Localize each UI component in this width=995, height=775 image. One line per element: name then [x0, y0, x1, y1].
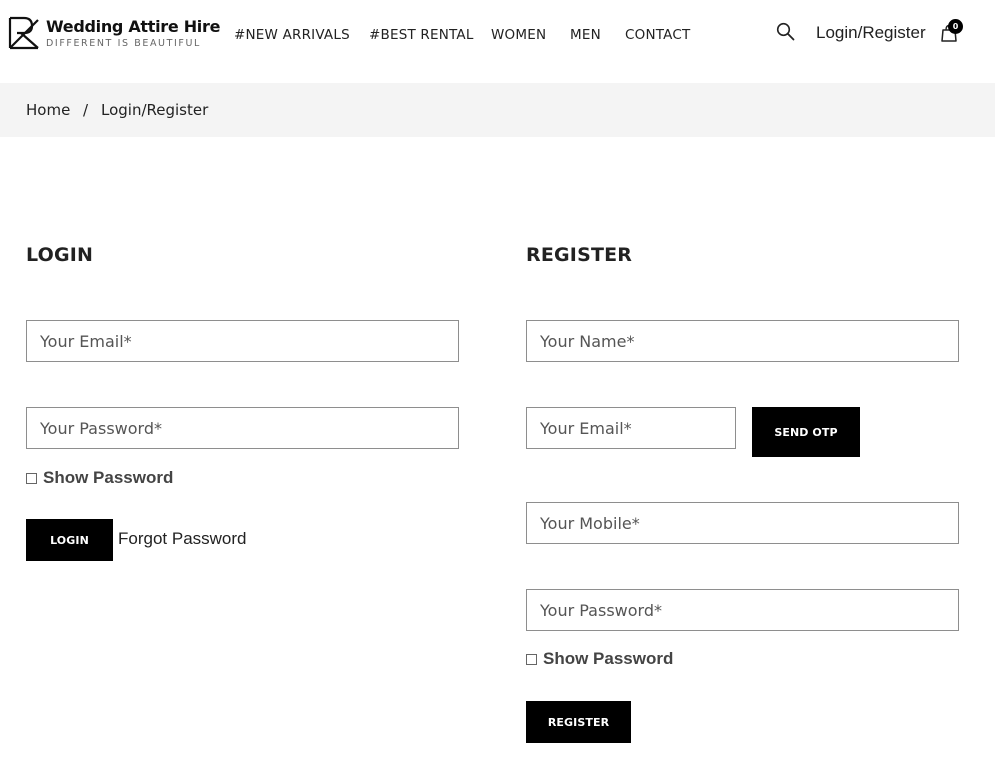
breadcrumb-home-link[interactable]: Home	[26, 101, 70, 119]
register-password-input[interactable]	[526, 589, 959, 631]
cart-button[interactable]: 0	[940, 19, 964, 42]
register-mobile-input[interactable]	[526, 502, 959, 544]
search-icon[interactable]	[776, 22, 795, 41]
login-show-password-label: Show Password	[43, 468, 174, 487]
register-show-password-label: Show Password	[543, 649, 674, 668]
login-email-input[interactable]	[26, 320, 459, 362]
login-title: LOGIN	[26, 244, 94, 266]
nav-best-rental[interactable]: #BEST RENTAL	[369, 27, 474, 43]
brand-name: Wedding Attire Hire	[46, 17, 221, 36]
brand-logo[interactable]: Wedding Attire Hire DIFFERENT IS BEAUTIF…	[8, 16, 220, 52]
register-button[interactable]: REGISTER	[526, 701, 631, 743]
nav-contact[interactable]: CONTACT	[625, 27, 690, 43]
breadcrumb-separator: /	[83, 101, 89, 119]
register-show-password-toggle[interactable]: Show Password	[526, 649, 673, 669]
register-name-input[interactable]	[526, 320, 959, 362]
site-header: Wedding Attire Hire DIFFERENT IS BEAUTIF…	[0, 0, 995, 83]
login-show-password-checkbox[interactable]	[26, 472, 37, 484]
register-email-input[interactable]	[526, 407, 736, 449]
login-password-input[interactable]	[26, 407, 459, 449]
forgot-password-link[interactable]: Forgot Password	[118, 529, 247, 549]
header-login-register-link[interactable]: Login/Register	[816, 23, 926, 43]
nav-women[interactable]: WOMEN	[491, 27, 546, 43]
register-show-password-checkbox[interactable]	[526, 653, 537, 665]
send-otp-button[interactable]: SEND OTP	[752, 407, 860, 457]
login-show-password-toggle[interactable]: Show Password	[26, 468, 173, 488]
nav-new-arrivals[interactable]: #NEW ARRIVALS	[234, 27, 350, 43]
breadcrumb-current: Login/Register	[101, 101, 209, 119]
brand-tagline: DIFFERENT IS BEAUTIFUL	[46, 38, 201, 49]
breadcrumb: Home / Login/Register	[0, 83, 995, 137]
register-title: REGISTER	[526, 244, 633, 266]
login-button[interactable]: LOGIN	[26, 519, 113, 561]
logo-mark-icon	[8, 16, 39, 50]
nav-men[interactable]: MEN	[570, 27, 601, 43]
cart-count-badge: 0	[948, 19, 963, 34]
